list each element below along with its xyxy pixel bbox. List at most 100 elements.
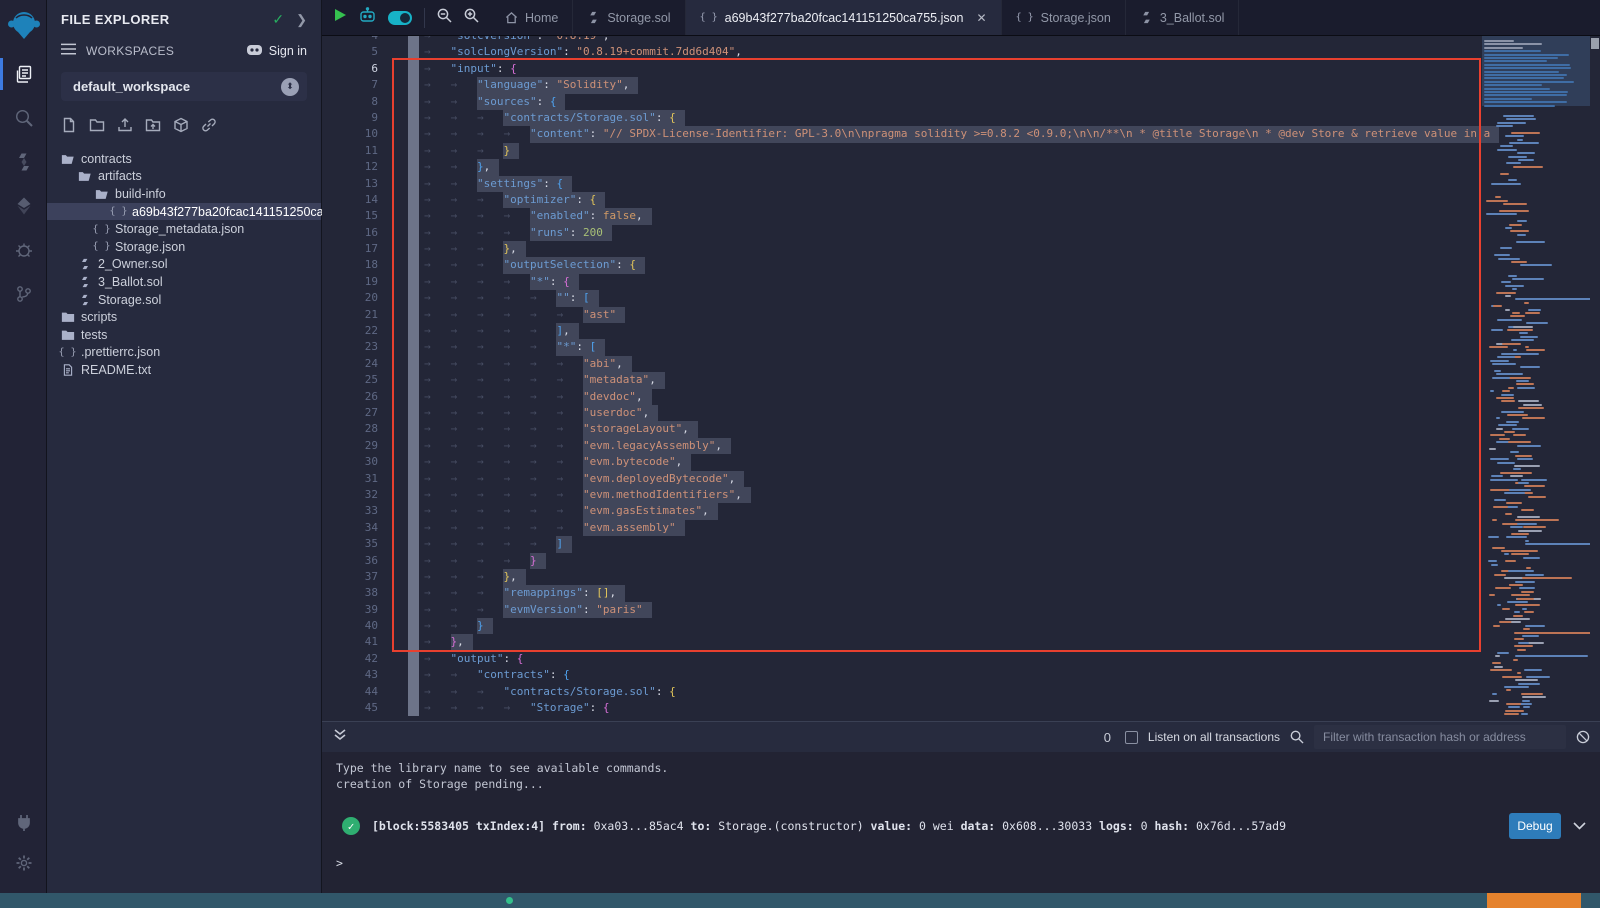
tree-item-storage-json[interactable]: { }Storage.json bbox=[47, 238, 321, 256]
tree-item-scripts[interactable]: scripts bbox=[47, 308, 321, 326]
gutter-decoration bbox=[408, 44, 419, 60]
code-line: 12→ → }, bbox=[330, 159, 1499, 175]
activity-bar-items bbox=[0, 52, 46, 316]
sol-icon bbox=[77, 258, 92, 270]
solidity-compiler-icon[interactable] bbox=[0, 140, 47, 184]
line-number: 35 bbox=[330, 536, 378, 552]
status-alert-block[interactable] bbox=[1487, 893, 1581, 908]
code-text: "runs": 200 bbox=[530, 225, 612, 241]
debug-button[interactable]: Debug bbox=[1509, 813, 1561, 839]
listen-checkbox[interactable] bbox=[1125, 731, 1138, 744]
tree-item-label: 2_Owner.sol bbox=[98, 257, 167, 271]
file-icon bbox=[60, 364, 75, 376]
git-icon[interactable] bbox=[0, 272, 47, 316]
tree-item-build-info[interactable]: build-info bbox=[47, 185, 321, 203]
scrollbar-thumb[interactable] bbox=[1591, 38, 1599, 49]
code-text: "Storage": { bbox=[530, 700, 609, 716]
line-number: 37 bbox=[330, 569, 378, 585]
workspace-select[interactable]: default_workspace ⬍ bbox=[61, 72, 307, 101]
code-line: 14→ → → "optimizer": { bbox=[330, 192, 1499, 208]
new-folder-icon[interactable] bbox=[89, 117, 105, 138]
code-line: 23→ → → → → "*": [ bbox=[330, 339, 1499, 355]
tab-storage-sol[interactable]: Storage.sol bbox=[573, 0, 685, 35]
code-line: 11→ → → } bbox=[330, 143, 1499, 159]
line-number: 17 bbox=[330, 241, 378, 257]
gutter-decoration bbox=[408, 667, 419, 683]
terminal-bar: 0 Listen on all transactions bbox=[322, 722, 1600, 752]
transaction-filter-input[interactable] bbox=[1314, 725, 1566, 749]
gutter-decoration bbox=[408, 241, 419, 257]
tab-a69b43f277ba20fcac141151250ca755-json[interactable]: { }a69b43f277ba20fcac141151250ca755.json… bbox=[686, 0, 1002, 35]
minimap[interactable] bbox=[1482, 36, 1590, 721]
run-script-button[interactable] bbox=[334, 8, 347, 27]
tree-item-storage-sol[interactable]: Storage.sol bbox=[47, 291, 321, 309]
gutter-decoration bbox=[408, 553, 419, 569]
code-text: "output": { bbox=[451, 651, 524, 667]
file-explorer-icon[interactable] bbox=[0, 52, 47, 96]
code-text: }, bbox=[477, 159, 499, 175]
tree-item-contracts[interactable]: contracts bbox=[47, 150, 321, 168]
clear-console-icon[interactable] bbox=[1576, 730, 1590, 744]
zoom-out-icon[interactable] bbox=[437, 8, 452, 28]
upload-file-icon[interactable] bbox=[117, 117, 133, 138]
code-text: }, bbox=[503, 241, 525, 257]
settings-icon[interactable] bbox=[0, 841, 47, 885]
tx-expand-icon[interactable] bbox=[1573, 819, 1586, 833]
tree-item-tests[interactable]: tests bbox=[47, 326, 321, 344]
editor-scrollbar[interactable] bbox=[1590, 36, 1600, 721]
remix-logo[interactable] bbox=[0, 0, 47, 52]
line-number: 24 bbox=[330, 356, 378, 372]
new-file-icon[interactable] bbox=[61, 117, 77, 138]
code-editor[interactable]: 4→ "solcVersion": "0.8.19",5→ "solcLongV… bbox=[322, 36, 1600, 721]
code-text: "settings": { bbox=[477, 176, 572, 192]
sol-icon bbox=[77, 276, 92, 288]
search-icon[interactable] bbox=[0, 96, 47, 140]
json-icon: { } bbox=[700, 12, 718, 23]
divider bbox=[424, 8, 425, 28]
code-line: 44→ → → "contracts/Storage.sol": { bbox=[330, 684, 1499, 700]
gutter-decoration bbox=[408, 405, 419, 421]
box-icon[interactable] bbox=[173, 117, 189, 138]
folder-open-icon bbox=[77, 170, 92, 182]
ai-assistant-icon[interactable] bbox=[359, 7, 376, 28]
tree-item-label: tests bbox=[81, 328, 107, 342]
sign-in-button[interactable]: Sign in bbox=[246, 43, 307, 59]
tree-item-readme-txt[interactable]: README.txt bbox=[47, 361, 321, 379]
tree-item-2-owner-sol[interactable]: 2_Owner.sol bbox=[47, 256, 321, 274]
ai-copilot-toggle[interactable] bbox=[388, 11, 412, 25]
file-explorer-panel: FILE EXPLORER ✓ ❯ WORKSPACES Sign in def… bbox=[47, 0, 322, 893]
gutter-decoration bbox=[408, 520, 419, 536]
zoom-in-icon[interactable] bbox=[464, 8, 479, 28]
transaction-row[interactable]: ✓ [block:5583405 txIndex:4] from: 0xa03.… bbox=[336, 813, 1600, 839]
terminal-prompt[interactable]: > bbox=[336, 855, 1600, 871]
main-area: HomeStorage.sol{ }a69b43f277ba20fcac1411… bbox=[322, 0, 1600, 893]
code-text: "enabled": false, bbox=[530, 208, 652, 224]
hamburger-menu-icon[interactable] bbox=[61, 42, 76, 60]
tab-home[interactable]: Home bbox=[491, 0, 573, 35]
tree-item-a69b43f277ba20fcac141151250ca7-[interactable]: { }a69b43f277ba20fcac141151250ca7... bbox=[47, 203, 321, 221]
gutter-decoration bbox=[408, 77, 419, 93]
search-icon[interactable] bbox=[1290, 730, 1304, 744]
tree-item-artifacts[interactable]: artifacts bbox=[47, 168, 321, 186]
terminal-log-line: creation of Storage pending... bbox=[336, 776, 1600, 792]
workspace-dropdown-icon[interactable]: ⬍ bbox=[281, 78, 299, 96]
collapse-terminal-icon[interactable] bbox=[334, 728, 346, 746]
tree-item-storage-metadata-json[interactable]: { }Storage_metadata.json bbox=[47, 220, 321, 238]
tree-item--prettierrc-json[interactable]: { }.prettierrc.json bbox=[47, 344, 321, 362]
gutter-decoration bbox=[408, 634, 419, 650]
json-icon: { } bbox=[1016, 12, 1034, 23]
debugger-icon[interactable] bbox=[0, 228, 47, 272]
plugin-manager-icon[interactable] bbox=[0, 801, 47, 845]
line-number: 23 bbox=[330, 339, 378, 355]
code-text: "userdoc", bbox=[583, 405, 658, 421]
deploy-run-icon[interactable] bbox=[0, 184, 47, 228]
github-icon bbox=[246, 43, 263, 59]
close-tab-icon[interactable]: ✕ bbox=[977, 11, 987, 25]
tab-3-ballot-sol[interactable]: 3_Ballot.sol bbox=[1126, 0, 1240, 35]
tx-success-icon: ✓ bbox=[342, 817, 360, 835]
upload-folder-icon[interactable] bbox=[145, 117, 161, 138]
tab-storage-json[interactable]: { }Storage.json bbox=[1002, 0, 1126, 35]
chevron-right-icon[interactable]: ❯ bbox=[296, 12, 307, 28]
tree-item-3-ballot-sol[interactable]: 3_Ballot.sol bbox=[47, 273, 321, 291]
link-icon[interactable] bbox=[201, 117, 217, 138]
